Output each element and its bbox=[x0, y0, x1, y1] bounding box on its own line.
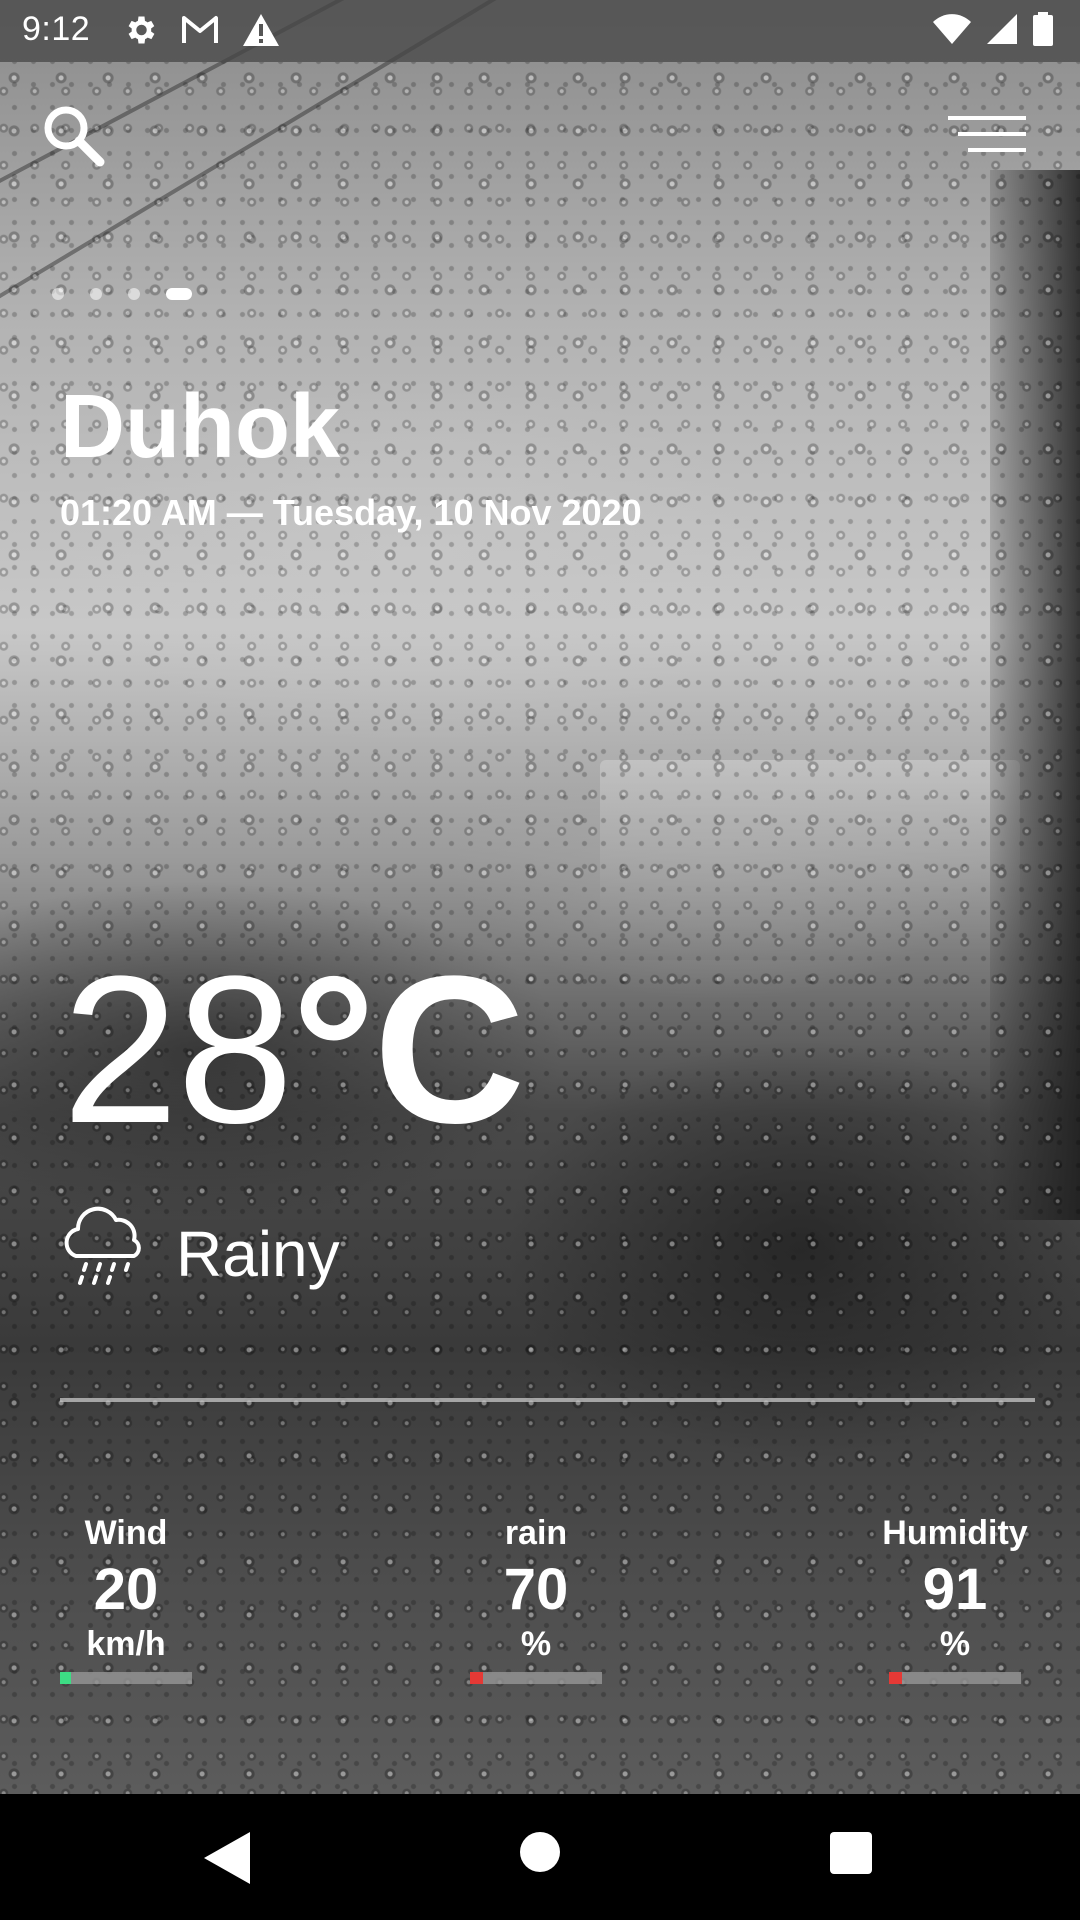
wind-unit: km/h bbox=[86, 1625, 166, 1663]
humidity-label: Humidity bbox=[882, 1514, 1028, 1552]
humidity-level-fill bbox=[889, 1672, 903, 1684]
page-dot[interactable] bbox=[128, 288, 140, 300]
weather-condition: Rainy bbox=[176, 1218, 340, 1290]
signal-icon bbox=[986, 13, 1018, 50]
back-icon bbox=[204, 1832, 250, 1884]
page-dot[interactable] bbox=[90, 288, 102, 300]
humidity-stat: Humidity 91 % bbox=[872, 1510, 1038, 1684]
humidity-value: 91 bbox=[922, 1557, 988, 1622]
gmail-icon bbox=[180, 14, 220, 51]
gear-icon bbox=[122, 12, 158, 53]
rain-label: rain bbox=[504, 1514, 568, 1552]
search-button[interactable] bbox=[40, 102, 110, 172]
search-icon bbox=[44, 106, 105, 167]
humidity-level-bar bbox=[889, 1672, 1021, 1684]
page-dot-active[interactable] bbox=[166, 288, 192, 300]
navigation-bar bbox=[0, 1794, 1080, 1920]
temperature-unit: °C bbox=[291, 932, 526, 1167]
wind-level-bar bbox=[60, 1672, 192, 1684]
temperature: 28°C bbox=[62, 940, 525, 1160]
page-dot[interactable] bbox=[52, 288, 64, 300]
warning-icon bbox=[242, 13, 280, 52]
divider bbox=[60, 1398, 1035, 1402]
status-notification-icons bbox=[122, 12, 280, 53]
rain-cloud-icon bbox=[58, 1200, 150, 1292]
city-name: Duhok bbox=[60, 377, 340, 477]
back-button[interactable] bbox=[200, 1828, 256, 1888]
rain-stat: rain 70 % bbox=[468, 1510, 604, 1684]
local-datetime: 01:20 AM — Tuesday, 10 Nov 2020 bbox=[60, 492, 642, 533]
wind-level-fill bbox=[60, 1672, 71, 1684]
wind-value: 20 bbox=[93, 1557, 159, 1622]
rain-level-fill bbox=[470, 1672, 484, 1684]
status-system-icons bbox=[932, 12, 1054, 51]
wind-stat: Wind 20 km/h bbox=[58, 1510, 194, 1684]
wifi-icon bbox=[932, 13, 972, 50]
rain-value: 70 bbox=[503, 1557, 569, 1622]
menu-icon bbox=[948, 116, 1026, 152]
status-bar: 9:12 bbox=[0, 0, 1080, 62]
status-time: 9:12 bbox=[22, 10, 91, 48]
temperature-value: 28 bbox=[62, 932, 294, 1167]
menu-button[interactable] bbox=[946, 112, 1028, 160]
battery-icon bbox=[1032, 12, 1054, 51]
recents-button[interactable] bbox=[830, 1832, 872, 1874]
page-indicator bbox=[52, 288, 192, 300]
humidity-unit: % bbox=[939, 1625, 971, 1663]
rain-unit: % bbox=[520, 1625, 552, 1663]
weather-screen: 9:12 Duhok 01:20 AM — Tuesday, 10 Nov 20… bbox=[0, 0, 1080, 1920]
rain-level-bar bbox=[470, 1672, 602, 1684]
wind-label: Wind bbox=[84, 1514, 168, 1552]
home-button[interactable] bbox=[520, 1832, 560, 1872]
